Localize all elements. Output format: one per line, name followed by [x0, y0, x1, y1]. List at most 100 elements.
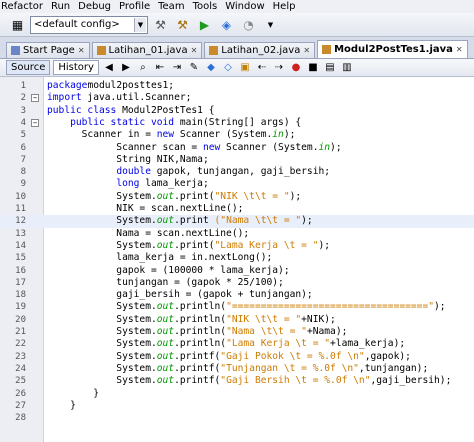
code-token: out — [156, 338, 175, 350]
tab-label: Start Page — [23, 45, 75, 56]
menu-item[interactable]: Debug — [77, 1, 112, 12]
code-token: out — [156, 190, 175, 202]
code-text: public static void main(String[] args) { — [47, 117, 301, 129]
close-icon[interactable]: ✕ — [78, 46, 85, 55]
tab-3[interactable]: Modul2PostTes1.java ✕ — [317, 40, 468, 58]
line-number: 17 — [15, 277, 26, 288]
history-view-button[interactable]: History — [53, 60, 99, 75]
config-combo[interactable]: <default config> ▼ — [30, 15, 148, 34]
bookmark-next-icon[interactable]: ◇ — [221, 61, 235, 75]
close-icon[interactable]: ✕ — [191, 46, 198, 55]
code-token: out — [156, 215, 175, 227]
home-icon — [11, 46, 20, 55]
forward-icon[interactable]: ▶ — [119, 61, 133, 75]
main-toolbar: ▦ <default config> ▼ ⚒ ⚒ ▶ ◈ ◔ ▼ — [0, 13, 474, 37]
code-token: +Nama); — [306, 326, 348, 337]
fold-icon[interactable]: − — [31, 118, 39, 127]
code-token: System. — [47, 313, 157, 325]
tab-1[interactable]: Latihan_01.java ✕ — [91, 42, 203, 58]
tab-label: Latihan_01.java — [108, 45, 188, 56]
prev-occurrence-icon[interactable]: ⇤ — [153, 61, 167, 75]
line-number: 16 — [15, 265, 26, 276]
code-editor[interactable]: 1 packagemodul2posttes1; 2− import java.uti… — [0, 77, 474, 442]
close-icon[interactable]: ✕ — [456, 45, 463, 54]
code-text: System.out.println("Lama Kerja \t = "+la… — [47, 338, 405, 350]
code-token: public class — [47, 104, 117, 116]
line-number: 2 — [20, 93, 26, 104]
line-number: 25 — [15, 376, 26, 387]
code-token: ); — [318, 239, 331, 251]
macro-stop-icon[interactable]: ■ — [306, 61, 320, 75]
code-text: Scanner in = new Scanner (System.in); — [47, 129, 296, 141]
comment-icon[interactable]: ▤ — [323, 61, 337, 75]
java-file-icon — [209, 46, 219, 55]
code-token: long — [116, 178, 140, 190]
chevron-down-icon[interactable]: ▼ — [261, 15, 280, 34]
code-text: System.out.printf("Gaji Pokok \t = %.0f … — [47, 351, 411, 363]
code-token: out — [156, 239, 175, 251]
code-token: out — [156, 362, 175, 374]
line-number: 3 — [20, 105, 26, 116]
menu-item[interactable]: Profile — [118, 1, 151, 12]
macro-record-icon[interactable]: ● — [289, 61, 303, 75]
close-icon[interactable]: ✕ — [303, 46, 310, 55]
code-token: ); — [283, 129, 296, 141]
debug-icon[interactable]: ◈ — [217, 15, 236, 34]
shift-left-icon[interactable]: ⇠ — [255, 61, 269, 75]
line-number: 11 — [15, 204, 26, 214]
code-token: in — [272, 129, 284, 141]
code-token: ); — [330, 141, 342, 153]
menu-item[interactable]: Tools — [192, 1, 219, 12]
hammer-icon[interactable]: ⚒ — [151, 15, 170, 34]
code-token: "Nama \t\t = " — [226, 326, 307, 337]
line-number: 13 — [15, 228, 26, 239]
code-line: 20 System.out.println("NIK \t\t = "+NIK)… — [0, 314, 474, 326]
java-file-icon — [96, 46, 106, 55]
code-line: 1 packagemodul2posttes1; — [0, 80, 474, 92]
toggle-bookmark-icon[interactable]: ▣ — [238, 61, 252, 75]
code-line: 17 tunjangan = (gapok * 25/100); — [0, 277, 474, 289]
code-text: gaji_bersih = (gapok + tunjangan); — [47, 289, 312, 301]
line-number: 15 — [15, 253, 26, 264]
back-icon[interactable]: ◀ — [102, 61, 116, 75]
code-token: Scanner (System. — [174, 129, 273, 141]
tab-0[interactable]: Start Page ✕ — [6, 42, 90, 58]
menu-item[interactable]: Window — [224, 1, 265, 12]
code-token: import — [47, 92, 82, 104]
code-text: String NIK,Nama; — [47, 153, 209, 166]
bookmark-prev-icon[interactable]: ◆ — [204, 61, 218, 75]
fold-icon[interactable]: − — [31, 94, 39, 103]
line-number: 19 — [15, 302, 26, 313]
source-view-button[interactable]: Source — [6, 60, 51, 75]
menu-item[interactable]: Refactor — [0, 1, 44, 12]
tab-2[interactable]: Latihan_02.java ✕ — [204, 42, 316, 58]
menu-item[interactable]: Run — [50, 1, 71, 12]
toolbar-icon[interactable]: ▦ — [8, 15, 27, 34]
code-token: .print( — [174, 239, 215, 251]
code-token: tunjangan = (gapok * 25/100); — [47, 276, 284, 288]
code-token: String NIK,Nama; — [47, 153, 209, 165]
code-line: 27 } — [0, 400, 474, 412]
toggle-highlight-icon[interactable]: ✎ — [187, 61, 201, 75]
code-token: "Lama Kerja \t = " — [214, 239, 319, 251]
code-token: java.util.Scanner; — [81, 92, 192, 104]
menu-item[interactable]: Help — [272, 1, 297, 12]
run-icon[interactable]: ▶ — [195, 15, 214, 34]
code-token: .print — [174, 215, 215, 227]
next-occurrence-icon[interactable]: ⇥ — [170, 61, 184, 75]
search-icon[interactable]: ⌕ — [136, 61, 150, 75]
code-token: ); — [289, 190, 302, 202]
code-text: packagemodul2posttes1; — [47, 80, 174, 92]
profile-icon[interactable]: ◔ — [239, 15, 258, 34]
clean-build-icon[interactable]: ⚒ — [173, 15, 192, 34]
code-token: new — [202, 141, 221, 153]
code-line: 7 String NIK,Nama; — [0, 154, 474, 166]
shift-right-icon[interactable]: ⇢ — [272, 61, 286, 75]
code-line: 16 gapok = (100000 * lama_kerja); — [0, 265, 474, 277]
code-token: public static void — [70, 116, 175, 128]
menu-item[interactable]: Team — [157, 1, 185, 12]
code-token: new — [156, 129, 175, 141]
uncomment-icon[interactable]: ▥ — [340, 61, 354, 75]
